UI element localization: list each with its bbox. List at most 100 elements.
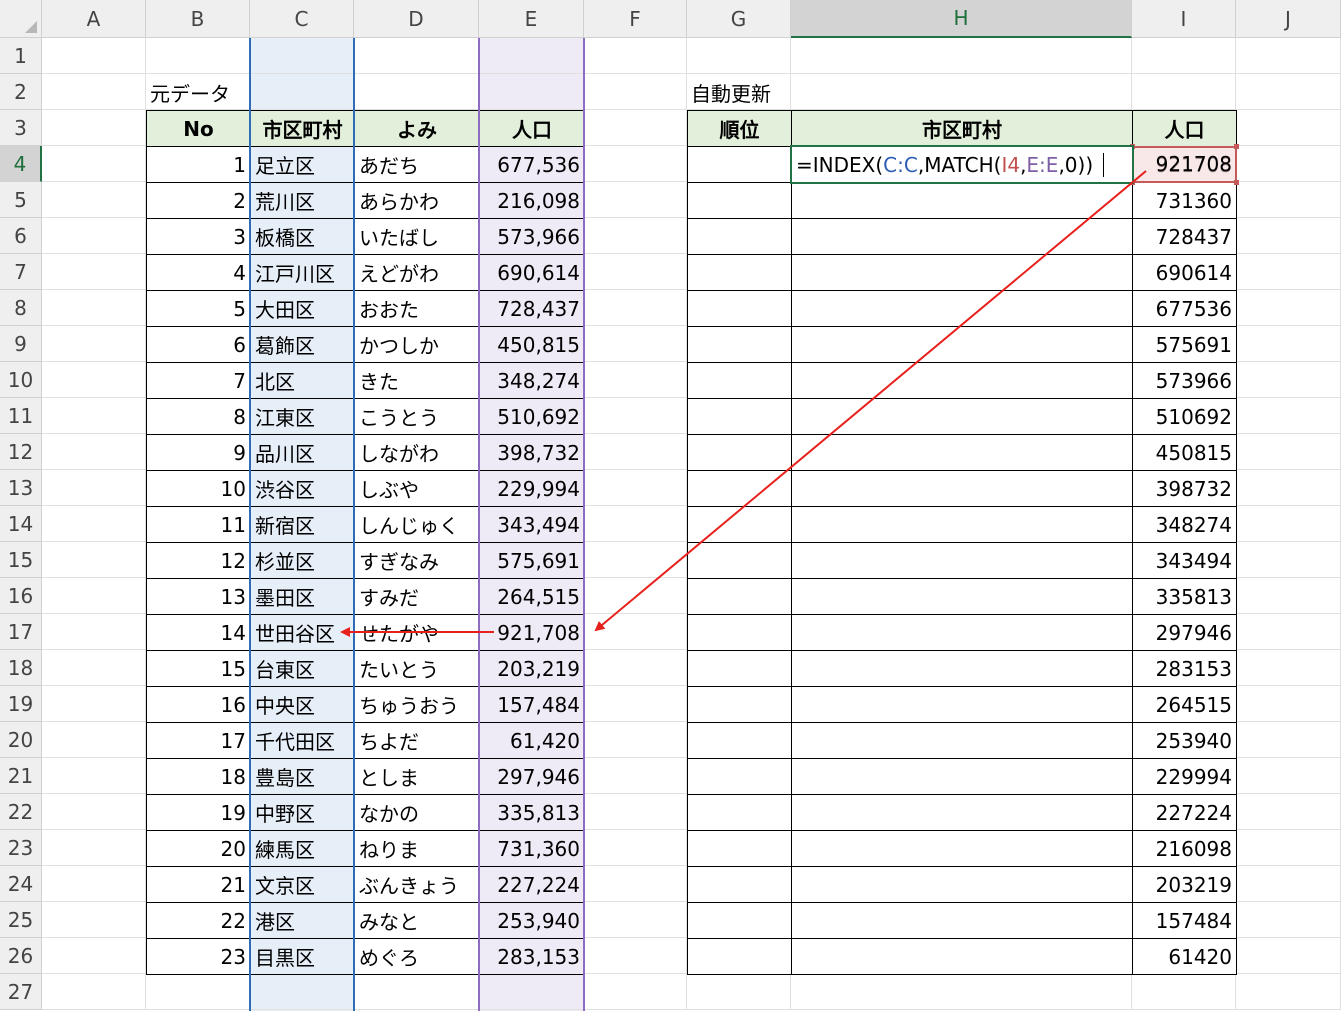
result-population-value[interactable]: 450815 [1132,434,1237,471]
grid-cell[interactable] [584,182,687,218]
rank-cell[interactable] [687,434,792,471]
grid-cell[interactable] [479,38,584,74]
column-header-b[interactable]: B [146,0,250,38]
grid-cell[interactable] [42,362,146,398]
result-municipality-cell[interactable] [791,290,1133,327]
municipality-name[interactable]: 千代田区 [250,722,355,759]
row-number[interactable]: 12 [146,542,251,579]
grid-cell[interactable] [1236,470,1341,506]
row-header-1[interactable]: 1 [0,38,42,74]
grid-cell[interactable] [1132,974,1236,1010]
result-population-value[interactable]: 573966 [1132,362,1237,399]
grid-cell[interactable] [584,542,687,578]
grid-cell[interactable] [42,758,146,794]
result-population-value[interactable]: 575691 [1132,326,1237,363]
rank-cell[interactable] [687,290,792,327]
municipality-reading[interactable]: しぶや [354,470,480,507]
row-number[interactable]: 1 [146,146,251,183]
grid-cell[interactable] [1236,758,1341,794]
municipality-reading[interactable]: きた [354,362,480,399]
grid-cell[interactable] [1236,218,1341,254]
grid-cell[interactable] [584,902,687,938]
result-population-value[interactable]: 297946 [1132,614,1237,651]
column-header-h[interactable]: H [791,0,1132,38]
rank-cell[interactable] [687,326,792,363]
grid-cell[interactable] [584,758,687,794]
municipality-name[interactable]: 中央区 [250,686,355,723]
municipality-name[interactable]: 板橋区 [250,218,355,255]
municipality-reading[interactable]: ぶんきょう [354,866,480,903]
row-header-24[interactable]: 24 [0,866,42,902]
rank-cell[interactable] [687,866,792,903]
municipality-reading[interactable]: おおた [354,290,480,327]
result-municipality-cell[interactable] [791,326,1133,363]
grid-cell[interactable] [584,254,687,290]
grid-cell[interactable] [42,38,146,74]
result-population-value[interactable]: 264515 [1132,686,1237,723]
row-number[interactable]: 10 [146,470,251,507]
result-population-value[interactable]: 348274 [1132,506,1237,543]
grid-cell[interactable] [1132,38,1236,74]
grid-cell[interactable] [1236,146,1341,182]
grid-cell[interactable] [1236,362,1341,398]
municipality-reading[interactable]: たいとう [354,650,480,687]
row-header-6[interactable]: 6 [0,218,42,254]
population-value[interactable]: 450,815 [479,326,585,363]
grid-cell[interactable] [584,866,687,902]
population-value[interactable]: 203,219 [479,650,585,687]
grid-cell[interactable] [584,290,687,326]
row-number[interactable]: 3 [146,218,251,255]
rank-cell[interactable] [687,686,792,723]
result-population-value[interactable]: 203219 [1132,866,1237,903]
row-header-2[interactable]: 2 [0,74,42,110]
column-header-i[interactable]: I [1132,0,1236,38]
grid-cell[interactable] [42,74,146,110]
result-population-value[interactable]: 510692 [1132,398,1237,435]
result-population-value[interactable]: 157484 [1132,902,1237,939]
grid-cell[interactable] [1236,182,1341,218]
grid-cell[interactable] [42,254,146,290]
grid-cell[interactable] [791,38,1132,74]
municipality-reading[interactable]: ねりま [354,830,480,867]
grid-cell[interactable] [146,38,250,74]
municipality-name[interactable]: 台東区 [250,650,355,687]
header-result-municipality[interactable]: 市区町村 [791,110,1133,147]
column-header-c[interactable]: C [250,0,354,38]
result-population-value[interactable]: 677536 [1132,290,1237,327]
result-municipality-cell[interactable] [791,722,1133,759]
municipality-reading[interactable]: しながわ [354,434,480,471]
row-header-23[interactable]: 23 [0,830,42,866]
municipality-name[interactable]: 杉並区 [250,542,355,579]
population-value[interactable]: 157,484 [479,686,585,723]
municipality-name[interactable]: 練馬区 [250,830,355,867]
grid-cell[interactable] [42,866,146,902]
column-header-e[interactable]: E [479,0,584,38]
municipality-reading[interactable]: すぎなみ [354,542,480,579]
row-number[interactable]: 23 [146,938,251,975]
result-municipality-cell[interactable] [791,434,1133,471]
grid-cell[interactable] [354,74,479,110]
row-header-10[interactable]: 10 [0,362,42,398]
row-number[interactable]: 14 [146,614,251,651]
rank-cell[interactable] [687,542,792,579]
municipality-reading[interactable]: としま [354,758,480,795]
grid-cell[interactable] [1236,722,1341,758]
row-header-22[interactable]: 22 [0,794,42,830]
row-header-26[interactable]: 26 [0,938,42,974]
row-header-3[interactable]: 3 [0,110,42,146]
municipality-name[interactable]: 江戸川区 [250,254,355,291]
result-population-value[interactable]: 728437 [1132,218,1237,255]
column-header-a[interactable]: A [42,0,146,38]
rank-cell[interactable] [687,614,792,651]
population-value[interactable]: 227,224 [479,866,585,903]
municipality-reading[interactable]: ちよだ [354,722,480,759]
grid-cell[interactable] [42,686,146,722]
rank-cell[interactable] [687,830,792,867]
rank-cell[interactable] [687,146,792,183]
grid-cell[interactable] [584,218,687,254]
municipality-reading[interactable]: なかの [354,794,480,831]
row-number[interactable]: 4 [146,254,251,291]
result-population-value[interactable]: 216098 [1132,830,1237,867]
grid-cell[interactable] [42,326,146,362]
municipality-reading[interactable]: えどがわ [354,254,480,291]
